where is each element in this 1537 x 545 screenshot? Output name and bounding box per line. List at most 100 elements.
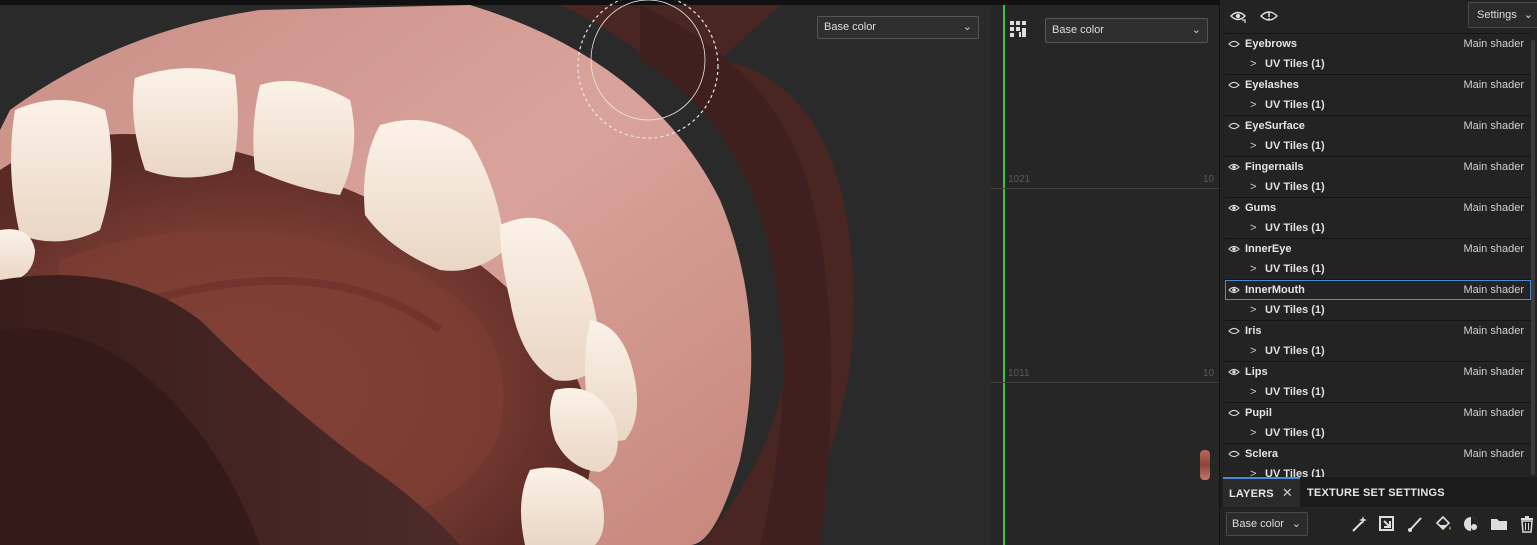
chevron-right-icon[interactable]: > [1250, 218, 1256, 238]
eye-icon[interactable] [1228, 161, 1240, 173]
tab-texture-set-settings[interactable]: TEXTURE SET SETTINGS [1307, 477, 1447, 507]
texture-set-header[interactable]: Eyebrows Main shader [1225, 34, 1531, 54]
texture-set-item[interactable]: EyeSurface Main shader > UV Tiles (1) [1225, 115, 1531, 156]
texture-set-shader[interactable]: Main shader [1463, 198, 1524, 218]
texture-set-header[interactable]: Pupil Main shader [1225, 403, 1531, 423]
texture-set-item[interactable]: Eyelashes Main shader > UV Tiles (1) [1225, 74, 1531, 115]
texture-set-shader[interactable]: Main shader [1463, 157, 1524, 177]
texture-set-header[interactable]: Iris Main shader [1225, 321, 1531, 341]
uv-grid-line [990, 188, 1219, 189]
eye-outline-icon[interactable] [1228, 120, 1240, 132]
uv-tiles-row[interactable]: > UV Tiles (1) [1225, 341, 1531, 361]
chevron-right-icon[interactable]: > [1250, 177, 1256, 197]
chevron-right-icon[interactable]: > [1250, 423, 1256, 443]
texture-set-name: Lips [1245, 366, 1268, 378]
eye-icon[interactable] [1228, 284, 1240, 296]
eye-refresh-icon[interactable] [1229, 7, 1247, 25]
texture-set-shader[interactable]: Main shader [1463, 444, 1524, 464]
layers-toolbar: Base color ⌄ [1220, 507, 1537, 545]
chevron-right-icon[interactable]: > [1250, 259, 1256, 279]
chevron-right-icon[interactable]: > [1250, 341, 1256, 361]
uv-tiles-row[interactable]: > UV Tiles (1) [1225, 218, 1531, 238]
texture-set-shader[interactable]: Main shader [1463, 280, 1524, 300]
eye-outline-icon[interactable] [1228, 407, 1240, 419]
settings-dropdown[interactable]: Settings ⌄ [1468, 2, 1537, 28]
texture-set-name: Pupil [1245, 407, 1272, 419]
viewport-2d-uv[interactable]: 1021 10 1011 10 Base color ⌄ [990, 0, 1219, 545]
texture-set-header[interactable]: Gums Main shader [1225, 198, 1531, 218]
chevron-right-icon[interactable]: > [1250, 382, 1256, 402]
eye-icon[interactable] [1228, 243, 1240, 255]
uv-tiles-row[interactable]: > UV Tiles (1) [1225, 423, 1531, 443]
texture-set-header[interactable]: EyeSurface Main shader [1225, 116, 1531, 136]
chevron-down-icon: ⌄ [1291, 518, 1301, 530]
trash-icon[interactable] [1518, 515, 1536, 533]
folder-icon[interactable] [1490, 515, 1508, 533]
texture-set-name: Eyelashes [1245, 79, 1299, 91]
uv-tiles-label: UV Tiles (1) [1265, 181, 1325, 193]
viewport-3d[interactable]: Base color ⌄ [0, 0, 990, 545]
texture-set-header[interactable]: InnerMouth Main shader [1225, 280, 1531, 300]
eye-info-icon[interactable] [1260, 7, 1278, 25]
eye-outline-icon[interactable] [1228, 325, 1240, 337]
uv-tiles-row[interactable]: > UV Tiles (1) [1225, 300, 1531, 320]
viewport-channel-dropdown[interactable]: Base color ⌄ [817, 16, 979, 39]
uv-tiles-label: UV Tiles (1) [1265, 345, 1325, 357]
grid-info-icon[interactable] [1009, 20, 1027, 38]
uv-tiles-label: UV Tiles (1) [1265, 222, 1325, 234]
texture-set-header[interactable]: InnerEye Main shader [1225, 239, 1531, 259]
tab-layers[interactable]: LAYERS ✕ [1223, 477, 1300, 507]
close-icon[interactable]: ✕ [1282, 485, 1293, 500]
texture-set-item[interactable]: Eyebrows Main shader > UV Tiles (1) [1225, 33, 1531, 74]
eye-icon[interactable] [1228, 202, 1240, 214]
texture-set-name: Sclera [1245, 448, 1279, 460]
texture-set-item[interactable]: Pupil Main shader > UV Tiles (1) [1225, 402, 1531, 443]
mouth-3d-render[interactable] [0, 0, 990, 545]
texture-set-header[interactable]: Eyelashes Main shader [1225, 75, 1531, 95]
uv-tiles-label: UV Tiles (1) [1265, 263, 1325, 275]
eye-outline-icon[interactable] [1228, 38, 1240, 50]
uv-tiles-row[interactable]: > UV Tiles (1) [1225, 177, 1531, 197]
eye-outline-icon[interactable] [1228, 448, 1240, 460]
eye-outline-icon[interactable] [1228, 79, 1240, 91]
chevron-right-icon[interactable]: > [1250, 54, 1256, 74]
settings-label: Settings [1477, 9, 1517, 21]
texture-set-item[interactable]: Lips Main shader > UV Tiles (1) [1225, 361, 1531, 402]
texture-set-header[interactable]: Lips Main shader [1225, 362, 1531, 382]
texture-set-item[interactable]: InnerEye Main shader > UV Tiles (1) [1225, 238, 1531, 279]
tab-layers-label: LAYERS [1229, 488, 1274, 500]
uv-channel-dropdown[interactable]: Base color ⌄ [1045, 18, 1208, 43]
uv-tiles-row[interactable]: > UV Tiles (1) [1225, 54, 1531, 74]
texture-set-item[interactable]: Iris Main shader > UV Tiles (1) [1225, 320, 1531, 361]
chevron-right-icon[interactable]: > [1250, 136, 1256, 156]
texture-set-item[interactable]: Fingernails Main shader > UV Tiles (1) [1225, 156, 1531, 197]
uv-tiles-row[interactable]: > UV Tiles (1) [1225, 382, 1531, 402]
texture-set-panel: Settings ⌄ Eyebrows Main shader > UV Tiles … [1219, 0, 1537, 545]
texture-set-item[interactable]: InnerMouth Main shader > UV Tiles (1) [1225, 279, 1531, 320]
texture-set-shader[interactable]: Main shader [1463, 116, 1524, 136]
paint-brush-icon[interactable] [1406, 515, 1424, 533]
magic-wand-icon[interactable] [1350, 515, 1368, 533]
texture-set-shader[interactable]: Main shader [1463, 34, 1524, 54]
texture-set-header[interactable]: Fingernails Main shader [1225, 157, 1531, 177]
texture-set-item[interactable]: Gums Main shader > UV Tiles (1) [1225, 197, 1531, 238]
uv-tiles-row[interactable]: > UV Tiles (1) [1225, 136, 1531, 156]
texture-set-shader[interactable]: Main shader [1463, 75, 1524, 95]
texture-set-shader[interactable]: Main shader [1463, 239, 1524, 259]
texture-set-header[interactable]: Sclera Main shader [1225, 444, 1531, 464]
paint-bucket-icon[interactable] [1434, 515, 1452, 533]
uv-tiles-row[interactable]: > UV Tiles (1) [1225, 95, 1531, 115]
mask-icon[interactable] [1462, 515, 1480, 533]
texture-set-shader[interactable]: Main shader [1463, 321, 1524, 341]
chevron-right-icon[interactable]: > [1250, 95, 1256, 115]
layers-channel-dropdown[interactable]: Base color ⌄ [1226, 512, 1308, 536]
chevron-right-icon[interactable]: > [1250, 300, 1256, 320]
texture-set-name: Fingernails [1245, 161, 1304, 173]
eye-icon[interactable] [1228, 366, 1240, 378]
texture-set-scrollbar[interactable] [1531, 40, 1535, 475]
add-fill-layer-icon[interactable] [1378, 515, 1396, 533]
texture-set-shader[interactable]: Main shader [1463, 403, 1524, 423]
texture-set-shader[interactable]: Main shader [1463, 362, 1524, 382]
uv-axis-line [1003, 5, 1005, 545]
uv-tiles-row[interactable]: > UV Tiles (1) [1225, 259, 1531, 279]
